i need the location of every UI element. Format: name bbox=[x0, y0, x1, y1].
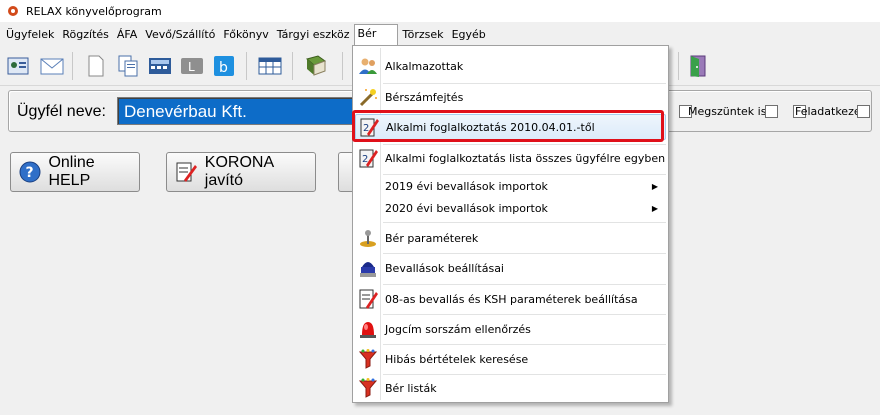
joystick-icon bbox=[355, 226, 381, 250]
edit-form-icon bbox=[355, 287, 381, 311]
menu-afa[interactable]: ÁFA bbox=[113, 25, 141, 44]
submenu-arrow-icon: ▶ bbox=[651, 181, 658, 191]
ledger-b-icon[interactable]: b bbox=[210, 52, 238, 80]
korona-fixer-label: KORONA javító bbox=[204, 154, 274, 189]
edit-form-icon bbox=[173, 159, 199, 185]
menu-item-2020-imports[interactable]: 2020 évi bevallások importok ▶ bbox=[355, 197, 666, 219]
client-name-field[interactable]: Denevérbau Kft. bbox=[117, 97, 367, 125]
book-icon[interactable] bbox=[302, 52, 330, 80]
menu-egyeb[interactable]: Egyéb bbox=[448, 25, 490, 44]
client-name-label: Ügyfél neve: bbox=[17, 103, 106, 120]
menu-item-alkalmazottak[interactable]: Alkalmazottak bbox=[355, 53, 666, 79]
exit-door-icon[interactable] bbox=[684, 52, 712, 80]
ledger-l-icon[interactable]: L bbox=[178, 52, 206, 80]
ber-dropdown-menu: Alkalmazottak Bérszámfejtés 2 Alkalmi fo… bbox=[352, 45, 669, 403]
menu-item-bevallasok-beallitasai[interactable]: Bevallások beállításai bbox=[355, 254, 666, 282]
menu-item-hibas-bertetelek[interactable]: Hibás bértételek keresése bbox=[355, 345, 666, 373]
menu-item-berszamfejtes[interactable]: Bérszámfejtés bbox=[355, 84, 666, 110]
menu-ber[interactable]: Bér bbox=[353, 23, 399, 45]
menu-item-ber-parameterek[interactable]: Bér paraméterek bbox=[355, 225, 666, 251]
mail-icon[interactable] bbox=[38, 52, 66, 80]
stamp-icon bbox=[355, 256, 381, 280]
menu-bar: Ügyfelek Rögzítés ÁFA Vevő/Szállító Főkö… bbox=[0, 22, 880, 46]
grid-table-icon[interactable] bbox=[256, 52, 284, 80]
online-help-label: Online HELP bbox=[48, 154, 95, 189]
alarm-light-icon bbox=[355, 317, 381, 341]
menu-item-ber-listak[interactable]: Bér listák bbox=[355, 375, 666, 401]
svg-text:b: b bbox=[219, 60, 228, 76]
menu-item-2019-imports[interactable]: 2019 évi bevallások importok ▶ bbox=[355, 175, 666, 197]
app-logo-icon bbox=[6, 4, 20, 18]
menu-fokonyv[interactable]: Főkönyv bbox=[219, 25, 272, 44]
menu-rogzites[interactable]: Rögzítés bbox=[58, 25, 113, 44]
menu-item-alkalmi-foglalkoztatas[interactable]: 2 Alkalmi foglalkoztatás 2010.04.01.-től bbox=[355, 114, 666, 140]
menu-item-alkalmi-lista[interactable]: 2 Alkalmi foglalkoztatás lista összes üg… bbox=[355, 145, 666, 171]
menu-item-jogcim-ellenorzes[interactable]: Jogcím sorszám ellenőrzés bbox=[355, 315, 666, 343]
svg-text:?: ? bbox=[25, 165, 33, 181]
online-help-button[interactable]: ? Online HELP bbox=[10, 152, 140, 192]
inactive-clients-label: Megszüntek is bbox=[688, 105, 767, 118]
menu-vevo-szallito[interactable]: Vevő/Szállító bbox=[141, 25, 219, 44]
funnel-icon bbox=[355, 347, 381, 371]
title-bar: RELAX könyvelőprogram bbox=[0, 0, 880, 22]
menu-item-08-bevallas[interactable]: 08-as bevallás és KSH paraméterek beállí… bbox=[355, 285, 666, 313]
funnel-icon bbox=[355, 376, 381, 400]
window-title: RELAX könyvelőprogram bbox=[26, 4, 162, 18]
calculator-icon[interactable] bbox=[146, 52, 174, 80]
copy-document-icon[interactable] bbox=[114, 52, 142, 80]
client-card-icon[interactable] bbox=[4, 52, 32, 80]
help-icon: ? bbox=[17, 159, 42, 185]
menu-torzsek[interactable]: Törzsek bbox=[398, 25, 447, 44]
menu-ugyfelek[interactable]: Ügyfelek bbox=[2, 25, 58, 44]
inactive-clients-checkbox[interactable] bbox=[765, 105, 778, 118]
edit-document-icon: 2 bbox=[356, 115, 382, 139]
new-document-icon[interactable] bbox=[82, 52, 110, 80]
menu-targyi-eszkoz[interactable]: Tárgyi eszköz bbox=[273, 25, 354, 44]
submenu-arrow-icon: ▶ bbox=[651, 203, 658, 213]
edit-document-icon: 2 bbox=[355, 146, 381, 170]
svg-text:L: L bbox=[188, 60, 195, 74]
magic-wand-icon bbox=[355, 85, 381, 109]
korona-fixer-button[interactable]: KORONA javító bbox=[166, 152, 316, 192]
people-icon bbox=[355, 54, 381, 78]
task-manager-checkbox[interactable] bbox=[857, 105, 870, 118]
